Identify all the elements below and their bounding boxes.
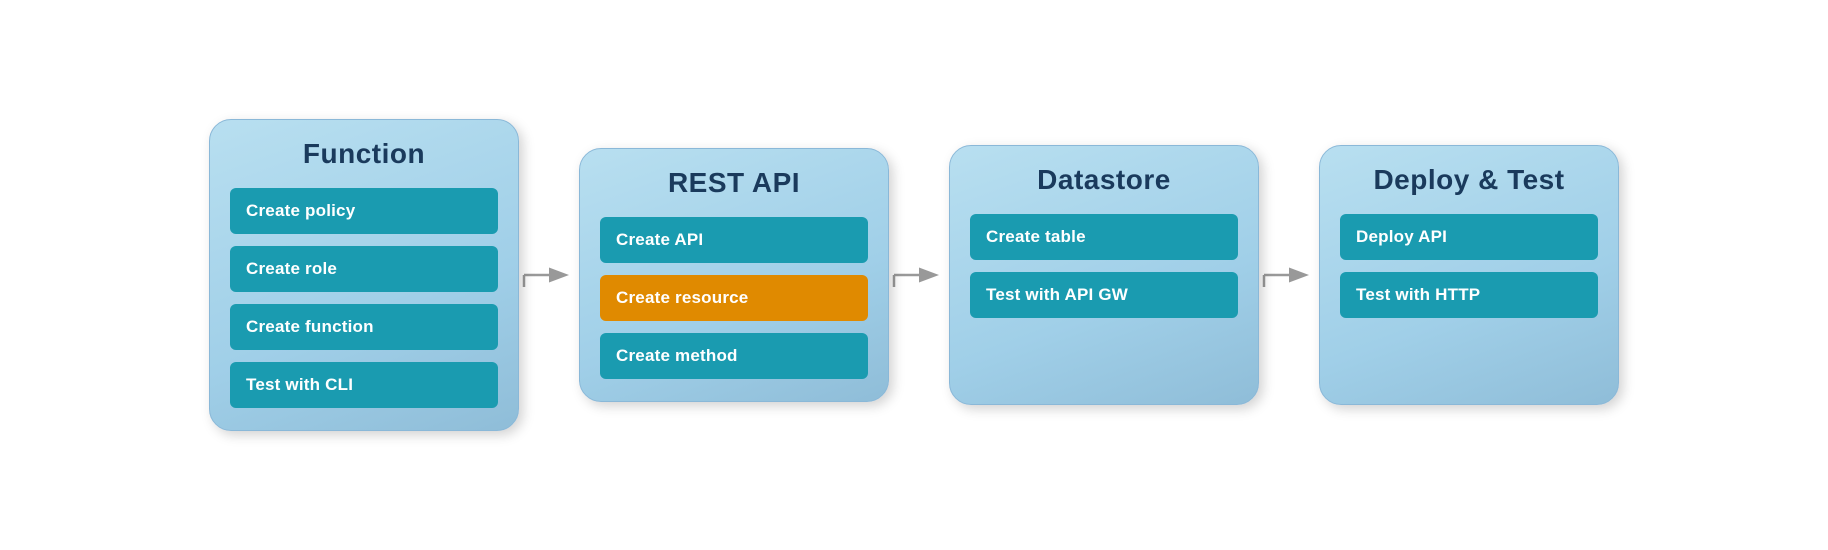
arrow-2-icon	[889, 255, 944, 295]
btn-test-cli[interactable]: Test with CLI	[230, 362, 498, 408]
panel-datastore-title: Datastore	[1037, 164, 1171, 196]
btn-create-function[interactable]: Create function	[230, 304, 498, 350]
panel-deploy-test-title: Deploy & Test	[1373, 164, 1564, 196]
panel-function: Function Create policy Create role Creat…	[209, 119, 519, 431]
btn-create-role[interactable]: Create role	[230, 246, 498, 292]
btn-create-resource[interactable]: Create resource	[600, 275, 868, 321]
diagram: Function Create policy Create role Creat…	[179, 99, 1649, 451]
arrow-3	[1259, 255, 1319, 295]
btn-test-http[interactable]: Test with HTTP	[1340, 272, 1598, 318]
panel-function-title: Function	[303, 138, 425, 170]
btn-deploy-api[interactable]: Deploy API	[1340, 214, 1598, 260]
arrow-1-icon	[519, 255, 574, 295]
panel-rest-api: REST API Create API Create resource Crea…	[579, 148, 889, 402]
arrow-1	[519, 255, 579, 295]
btn-create-method[interactable]: Create method	[600, 333, 868, 379]
btn-create-policy[interactable]: Create policy	[230, 188, 498, 234]
btn-test-api-gw[interactable]: Test with API GW	[970, 272, 1238, 318]
panel-deploy-test: Deploy & Test Deploy API Test with HTTP	[1319, 145, 1619, 405]
btn-create-table[interactable]: Create table	[970, 214, 1238, 260]
arrow-2	[889, 255, 949, 295]
arrow-3-icon	[1259, 255, 1314, 295]
btn-create-api[interactable]: Create API	[600, 217, 868, 263]
panel-datastore: Datastore Create table Test with API GW	[949, 145, 1259, 405]
panel-rest-api-title: REST API	[668, 167, 800, 199]
